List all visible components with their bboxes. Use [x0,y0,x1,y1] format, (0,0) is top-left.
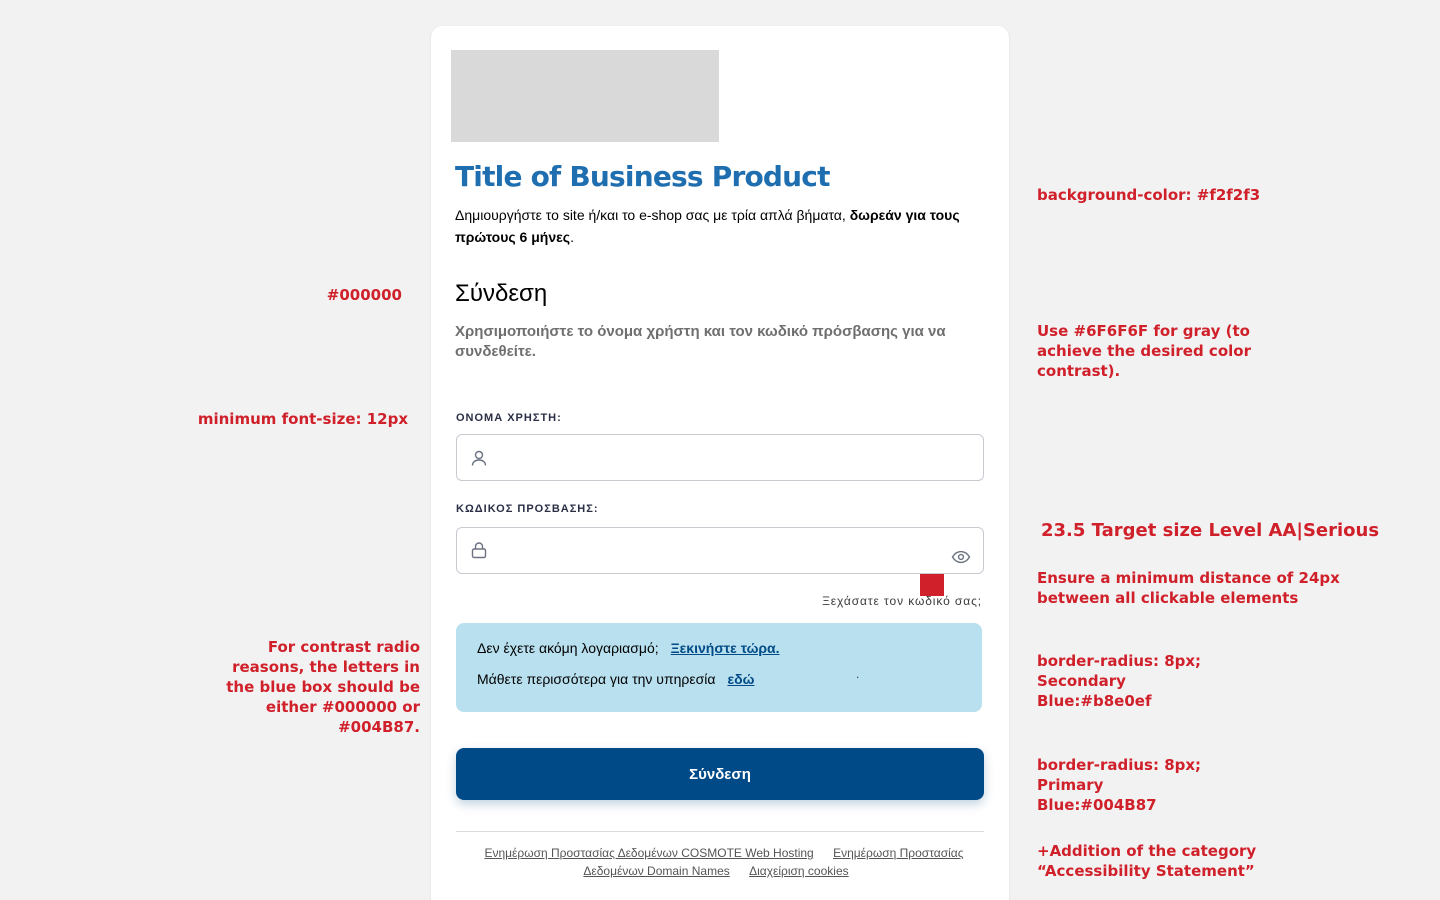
intro-text-end: . [570,229,574,245]
password-field[interactable] [456,527,984,574]
no-account-line: Δεν έχετε ακόμη λογαριασμό; Ξεκινήστε τώρ… [477,640,780,656]
login-heading: Σύνδεση [455,280,548,307]
intro-text-main: Δημιουργήστε το site ή/και το e-shop σας… [455,207,850,223]
page-title: Title of Business Product [455,160,830,193]
username-label: ΟΝΟΜΑ ΧΡΗΣΤΗ: [456,412,562,424]
learn-more-line: Μάθετε περισσότερα για την υπηρεσία εδώ [477,671,754,687]
here-link[interactable]: εδώ [727,671,754,687]
footer-link-cookies[interactable]: Διαχείριση cookies [749,864,849,878]
lock-icon [470,541,488,559]
annotation-gray-color: Use #6F6F6F for gray (to achieve the des… [1037,322,1251,380]
username-field[interactable] [456,434,984,481]
footer-divider [456,831,984,832]
password-label: ΚΩΔΙΚΟΣ ΠΡΟΣΒΑΣΗΣ: [456,503,599,515]
user-icon [470,449,488,467]
annotation-primary-blue: border-radius: 8px; Primary Blue:#004B87 [1037,756,1202,814]
info-box: Δεν έχετε ακόμη λογαριασμό; Ξεκινήστε τώρ… [456,623,982,712]
learn-more-text: Μάθετε περισσότερα για την υπηρεσία [477,671,716,687]
eye-icon[interactable] [951,549,971,565]
footer-links: Ενημέρωση Προστασίας Δεδομένων COSMOTE W… [456,844,984,880]
login-description: Χρησιμοποιήστε το όνομα χρήστη και τον κ… [455,323,946,360]
logo-placeholder [451,50,719,142]
annotation-secondary-blue: border-radius: 8px; Secondary Blue:#b8e0… [1037,652,1202,710]
annotation-min-distance: Ensure a minimum distance of 24px betwee… [1037,569,1340,607]
start-now-link[interactable]: Ξεκινήστε τώρα. [671,640,780,656]
annotation-contrast-note: For contrast radio reasons, the letters … [226,638,420,736]
annotation-target-size: 23.5 Target size Level AA|Serious [1041,520,1380,541]
password-input[interactable] [497,528,937,573]
footer-link-web-hosting-privacy[interactable]: Ενημέρωση Προστασίας Δεδομένων COSMOTE W… [484,846,813,860]
annotation-accessibility-statement: +Addition of the category “Accessibility… [1037,842,1257,880]
login-card: Title of Business Product Δημιουργήστε τ… [431,26,1009,900]
login-button[interactable]: Σύνδεση [456,748,984,800]
username-input[interactable] [497,435,937,480]
annotation-background-color: background-color: #f2f2f3 [1037,186,1261,204]
intro-text: Δημιουργήστε το site ή/και το e-shop σας… [455,204,995,248]
no-account-text: Δεν έχετε ακόμη λογαριασμό; [477,640,659,656]
annotation-min-font-size: minimum font-size: 12px [197,410,408,428]
info-trailing-dot: . [856,667,860,681]
forgot-password-link[interactable]: Ξεχάσατε τον κωδικό σας; [822,594,982,608]
target-size-marker [920,574,944,596]
annotation-black-color: #000000 [326,286,402,304]
